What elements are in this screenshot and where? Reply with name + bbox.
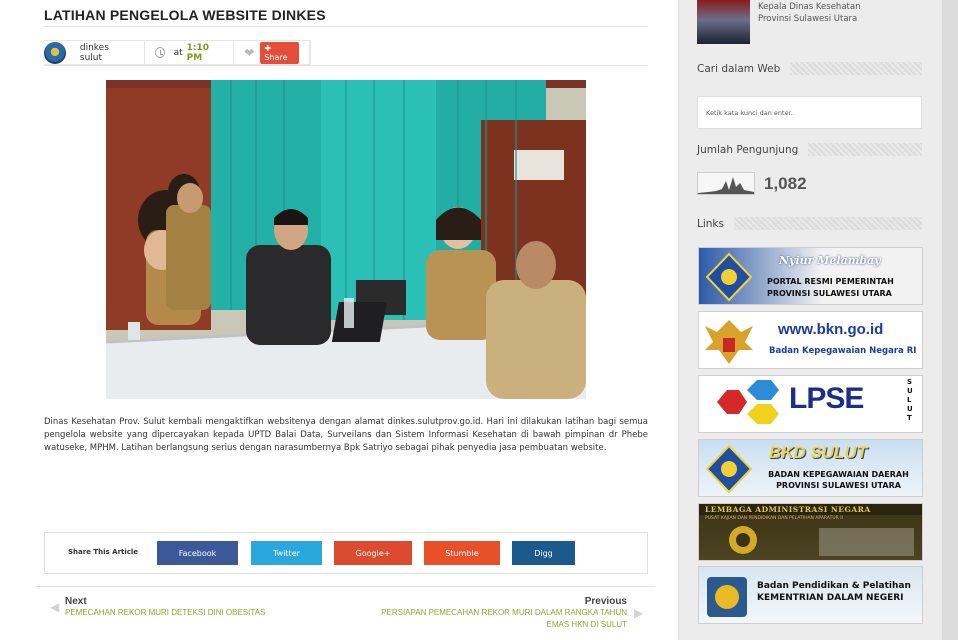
featured-post-title[interactable]: Kepala Dinas Kesehatan Provinsi Sulawesi… <box>758 1 860 25</box>
banner-pemprov-line2: PORTAL RESMI PEMERINTAH <box>767 277 894 286</box>
links-widget-heading: Links <box>697 217 922 230</box>
post-nav-divider <box>36 586 655 587</box>
clock-icon <box>154 47 165 58</box>
sidebar: Kepala Dinas Kesehatan Provinsi Sulawesi… <box>678 0 942 640</box>
banner-bkd-line2: BADAN KEPEGAWAIAN DAERAH <box>768 470 909 479</box>
share-article-label: Share This Article <box>68 548 139 556</box>
banner-bkn[interactable]: www.bkn.go.id Badan Kepegawaian Negara R… <box>698 311 923 369</box>
visitors-widget-heading: Jumlah Pengunjung <box>697 143 922 156</box>
heart-icon[interactable]: ❤ <box>244 46 254 60</box>
banner-lpse[interactable]: LPSE SULUT <box>698 375 923 433</box>
photo-scene <box>106 80 586 399</box>
digg-share-button[interactable]: Digg <box>512 541 575 565</box>
previous-post-title-line1[interactable]: PERSIAPAN PEMECAHAN REKOR MURI DALAM RAN… <box>381 607 627 619</box>
article-body: Dinas Kesehatan Prov. Sulut kembali meng… <box>44 417 648 453</box>
visitor-sparkline <box>697 172 755 195</box>
title-divider <box>44 26 648 27</box>
next-heading: Next <box>65 596 87 607</box>
banner-kemendagri-line2: KEMENTRIAN DALAM NEGERI <box>757 593 904 603</box>
author-name[interactable]: dinkes sulut <box>80 43 134 63</box>
search-widget-heading: Cari dalam Web <box>697 62 922 75</box>
previous-heading: Previous <box>584 596 627 607</box>
share-button[interactable]: ✚ Share <box>260 41 299 64</box>
twitter-share-button[interactable]: Twitter <box>251 541 322 565</box>
post-time[interactable]: 1:10 PM <box>187 43 224 63</box>
banner-lpse-title: LPSE <box>789 382 864 415</box>
banner-bkd-line3: PROVINSI SULAWESI UTARA <box>776 481 901 490</box>
banner-pemprov-line3: PROVINSI SULAWESI UTARA <box>767 289 892 298</box>
share-label: Share <box>264 52 288 62</box>
chevron-left-icon: ◀ <box>50 600 60 614</box>
chevron-right-icon: ▶ <box>634 606 644 620</box>
post-title[interactable]: LATIHAN PENGELOLA WEBSITE DINKES <box>44 7 326 23</box>
banner-bkn-url: www.bkn.go.id <box>778 321 884 338</box>
timestamp-block: at 1:10 PM <box>145 41 235 64</box>
author-avatar <box>44 41 66 64</box>
share-block: ❤ ✚ Share <box>234 41 310 64</box>
next-post-link[interactable]: Next PEMECAHAN REKOR MURI DETEKSI DINI O… <box>65 596 265 619</box>
kemendagri-logo-icon <box>707 577 747 617</box>
share-article-bar: Share This Article Facebook Twitter Goog… <box>44 532 648 574</box>
facebook-share-button[interactable]: Facebook <box>157 541 238 565</box>
sparkline-graph <box>698 177 754 194</box>
banner-kemendagri-line1: Badan Pendidikan & Pelatihan <box>757 581 911 591</box>
meta-divider <box>44 65 648 66</box>
banner-bkn-caption: Badan Kepegawaian Negara RI <box>769 346 917 356</box>
previous-post-link[interactable]: Previous PERSIAPAN PEMECAHAN REKOR MURI … <box>381 596 627 631</box>
next-post-title[interactable]: PEMECAHAN REKOR MURI DETEKSI DINI OBESIT… <box>65 607 265 619</box>
banner-bkd-sulut[interactable]: BKD SULUT BADAN KEPEGAWAIAN DAERAH PROVI… <box>698 439 923 497</box>
featured-post[interactable]: Kepala Dinas Kesehatan Provinsi Sulawesi… <box>697 0 927 46</box>
banner-pemprov-tagline: Nyiur Melambay <box>779 254 881 267</box>
banner-pemprov-sulut[interactable]: Nyiur Melambay PORTAL RESMI PEMERINTAH P… <box>698 247 923 305</box>
garuda-emblem-icon <box>705 320 753 364</box>
article-photo <box>106 80 586 399</box>
banner-lan[interactable]: LEMBAGA ADMINISTRASI NEGARA PUSAT KAJIAN… <box>698 503 923 561</box>
previous-post-title-line2[interactable]: EMAS HKN DI SULUT <box>381 619 627 631</box>
stumble-share-button[interactable]: Stumble <box>424 541 500 565</box>
featured-post-thumbnail[interactable] <box>697 0 750 44</box>
bkd-logo-icon <box>705 444 753 494</box>
banner-bkd-title: BKD SULUT <box>769 443 868 462</box>
search-input[interactable]: Ketik kata kunci dan enter.. <box>697 96 922 129</box>
page-edge <box>942 0 958 640</box>
lan-emblem-icon <box>729 526 914 556</box>
time-prefix: at <box>173 47 183 58</box>
banner-kemendagri[interactable]: Badan Pendidikan & Pelatihan KEMENTRIAN … <box>698 566 923 624</box>
author-block[interactable]: dinkes sulut <box>44 41 145 64</box>
googleplus-share-button[interactable]: Google+ <box>334 541 412 565</box>
banner-lpse-region: SULUT <box>907 378 913 422</box>
main-column: LATIHAN PENGELOLA WEBSITE DINKES dinkes … <box>0 0 678 640</box>
post-meta-bar: dinkes sulut at 1:10 PM ❤ ✚ Share <box>44 40 311 65</box>
visitor-count: 1,082 <box>764 174 807 193</box>
